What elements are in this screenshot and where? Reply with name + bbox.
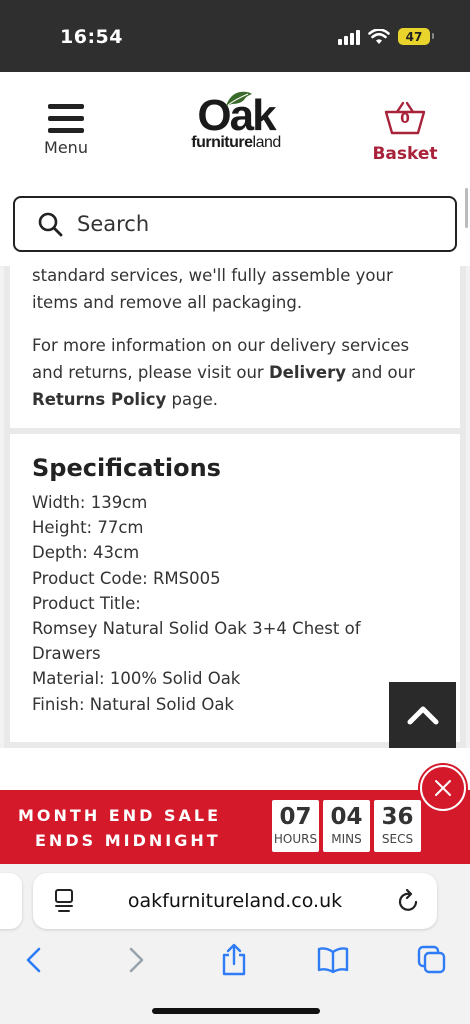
spec-finish: Finish: Natural Solid Oak — [32, 694, 234, 714]
search-placeholder: Search — [77, 212, 150, 236]
battery-level: 47 — [405, 29, 423, 44]
site-header: Menu Oak furnitureland 0 Basket — [0, 72, 470, 186]
back-to-top-button[interactable] — [389, 682, 456, 748]
delivery-link[interactable]: Delivery — [269, 363, 346, 382]
menu-label: Menu — [44, 138, 88, 157]
countdown-seconds: 36 SECS — [374, 800, 421, 852]
search-input[interactable]: Search — [13, 196, 457, 252]
spec-height: Height: 77cm — [32, 518, 144, 538]
spec-material: Material: 100% Solid Oak — [32, 669, 241, 689]
bookmarks-button[interactable] — [313, 940, 353, 980]
status-icons: 47 — [338, 28, 434, 45]
returns-policy-link[interactable]: Returns Policy — [32, 390, 166, 409]
spec-width: Width: 139cm — [32, 493, 148, 512]
basket-label: Basket — [372, 144, 438, 164]
basket-button[interactable]: 0 Basket — [370, 100, 440, 164]
tabs-icon — [417, 945, 446, 974]
sale-subline: ENDS MIDNIGHT — [35, 831, 221, 850]
search-icon — [38, 212, 63, 237]
basket-icon: 0 — [383, 100, 427, 136]
sale-banner[interactable]: MONTH END SALE ENDS MIDNIGHT 07 HOURS 04… — [0, 790, 470, 864]
back-button[interactable] — [14, 940, 54, 980]
spec-product-title-label: Product Title: — [32, 593, 141, 613]
battery-icon: 47 — [398, 28, 434, 45]
home-indicator[interactable] — [152, 1008, 320, 1014]
hamburger-icon — [48, 104, 84, 133]
spec-product-title: Romsey Natural Solid Oak 3+4 Chest of Dr… — [32, 619, 361, 664]
countdown-hours: 07 HOURS — [272, 800, 319, 852]
basket-count: 0 — [400, 111, 410, 127]
countdown-timer: 07 HOURS 04 MINS 36 SECS — [272, 800, 421, 852]
browser-nav — [0, 940, 470, 980]
delivery-paragraph: standard services, we'll fully assemble … — [32, 266, 393, 312]
menu-button[interactable]: Menu — [38, 104, 94, 157]
browser-toolbar: oakfurnitureland.co.uk — [0, 864, 470, 1024]
site-logo[interactable]: Oak furnitureland — [180, 91, 292, 152]
status-bar: 16:54 47 — [0, 0, 470, 72]
page-scrollbar[interactable] — [465, 188, 468, 228]
delivery-info-card: standard services, we'll fully assemble … — [10, 266, 460, 428]
chevron-left-icon — [26, 947, 41, 973]
spec-product-code: Product Code: RMS005 — [32, 568, 221, 588]
oak-leaf-icon — [226, 91, 252, 106]
tabs-button[interactable] — [412, 940, 452, 980]
sale-headline: MONTH END SALE — [18, 806, 221, 825]
reload-icon[interactable] — [397, 888, 421, 914]
close-icon — [435, 780, 451, 796]
specifications-title: Specifications — [32, 454, 221, 482]
signal-icon — [338, 29, 360, 45]
previous-tab[interactable] — [0, 873, 22, 929]
search-section: Search — [0, 186, 470, 266]
wifi-icon — [368, 28, 390, 44]
product-details: standard services, we'll fully assemble … — [4, 266, 466, 748]
logo-subtitle: furnitureland — [191, 134, 281, 151]
status-time: 16:54 — [60, 26, 123, 48]
address-bar[interactable]: oakfurnitureland.co.uk — [33, 873, 437, 929]
page-bottom-strip — [0, 748, 470, 790]
spec-depth: Depth: 43cm — [32, 543, 140, 563]
share-icon — [222, 943, 246, 976]
close-banner-button[interactable] — [420, 765, 466, 811]
url-text: oakfurnitureland.co.uk — [127, 890, 343, 912]
countdown-minutes: 04 MINS — [323, 800, 370, 852]
forward-button[interactable] — [116, 940, 156, 980]
share-button[interactable] — [214, 940, 254, 980]
chevron-up-icon — [407, 706, 438, 725]
chevron-right-icon — [129, 947, 144, 973]
delivery-returns-paragraph: For more information on our delivery ser… — [32, 336, 415, 409]
book-icon — [317, 947, 349, 974]
